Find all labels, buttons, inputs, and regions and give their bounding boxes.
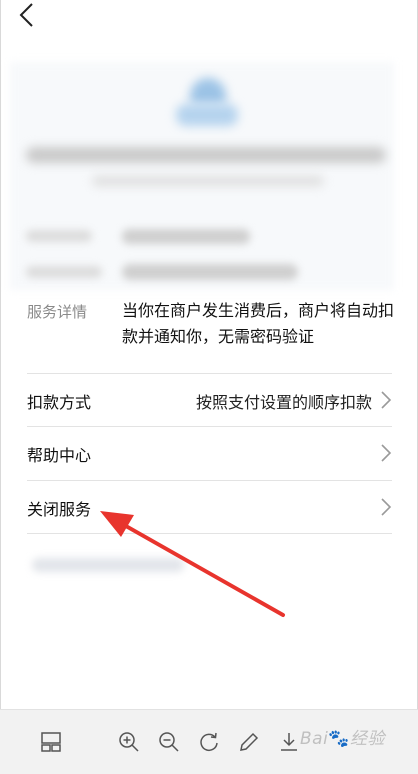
layout-icon[interactable]	[39, 730, 63, 754]
help-center-row[interactable]: 帮助中心	[27, 427, 392, 479]
blurred-row-value	[122, 229, 250, 244]
baidu-watermark: Bai🐾经验	[300, 729, 385, 749]
blurred-logo-base	[176, 104, 238, 126]
frame-border-left	[0, 0, 1, 773]
divider	[27, 533, 392, 534]
edit-pencil-icon[interactable]	[237, 730, 261, 754]
download-icon[interactable]	[277, 730, 301, 754]
row-label: 扣款方式	[27, 393, 92, 412]
row-label: 关闭服务	[27, 500, 92, 519]
blurred-row-value	[122, 264, 298, 280]
zoom-in-icon[interactable]	[117, 730, 141, 754]
chevron-right-icon	[381, 391, 392, 409]
chevron-right-icon	[381, 444, 392, 462]
back-button[interactable]	[12, 2, 40, 30]
chevron-left-icon	[19, 3, 33, 27]
zoom-out-icon[interactable]	[157, 730, 181, 754]
blurred-row-label	[26, 266, 102, 278]
service-detail-text: 当你在商户发生消费后，商户将自动扣款并通知你，无需密码验证	[122, 301, 395, 346]
close-service-row[interactable]: 关闭服务	[27, 481, 392, 533]
blurred-title	[26, 147, 386, 163]
service-detail-label: 服务详情	[27, 303, 88, 321]
blurred-row-label	[26, 230, 92, 242]
row-label: 帮助中心	[27, 446, 92, 465]
blurred-subtitle	[92, 176, 324, 186]
deduction-method-row[interactable]: 扣款方式 按照支付设置的顺序扣款	[27, 374, 392, 426]
row-value: 按照支付设置的顺序扣款	[195, 393, 372, 412]
blurred-footer-text	[32, 558, 184, 572]
chevron-right-icon	[381, 498, 392, 516]
rotate-icon[interactable]	[197, 730, 221, 754]
